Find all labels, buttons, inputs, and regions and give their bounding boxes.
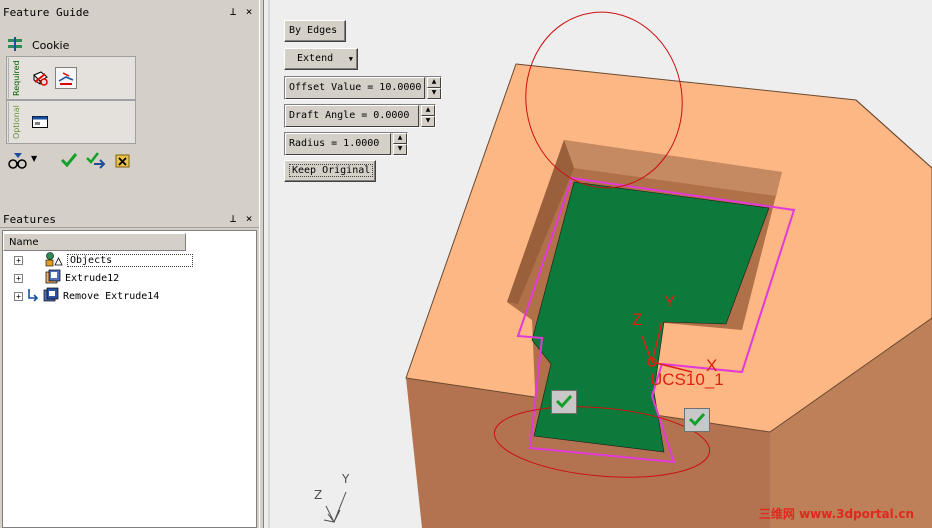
spin-down-icon[interactable]: ▼ (421, 116, 435, 127)
watermark: 三维网 www.3dportal.cn (758, 507, 914, 521)
chevron-down-icon[interactable]: ▼ (31, 154, 37, 163)
offset-value-spinner[interactable]: Offset Value = 10.0000 ▲ ▼ (284, 76, 442, 100)
optional-tab: Optional (8, 102, 24, 142)
by-edges-button[interactable]: By Edges (284, 20, 346, 42)
keep-original-label: Keep Original (289, 164, 374, 177)
apply-next-icon[interactable] (86, 151, 106, 169)
draft-angle-field[interactable]: Draft Angle = 0.0000 (285, 105, 419, 127)
offset-value-field[interactable]: Offset Value = 10.0000 (285, 77, 425, 99)
required-steps-box: Required (6, 56, 136, 100)
column-header-name[interactable]: Name (3, 233, 186, 251)
view-triad-z-label: Z (314, 488, 323, 502)
spin-down-icon[interactable]: ▼ (427, 88, 441, 99)
chevron-down-icon: ▼ (348, 55, 353, 63)
required-tab: Required (8, 58, 24, 98)
extend-dropdown[interactable]: Extend ▼ (284, 48, 358, 70)
binoculars-icon[interactable] (8, 152, 28, 170)
spin-up-icon[interactable]: ▲ (393, 133, 407, 144)
tree-item-objects[interactable]: + Objects (14, 251, 193, 270)
radius-field[interactable]: Radius = 1.0000 (285, 133, 391, 155)
expand-icon[interactable]: + (14, 273, 23, 283)
expand-icon[interactable]: + (14, 255, 23, 265)
tree-item-extrude12[interactable]: + Extrude12 (14, 269, 120, 288)
radius-spinner[interactable]: Radius = 1.0000 ▲ ▼ (284, 132, 408, 156)
view-triad-icon (323, 491, 347, 523)
check-icon (688, 411, 706, 430)
close-icon[interactable]: × (243, 212, 255, 225)
tree-item-remove-extrude14[interactable]: + Remove Extrude14 (14, 287, 160, 306)
spin-up-icon[interactable]: ▲ (421, 105, 435, 116)
extend-dropdown-label: Extend (297, 53, 334, 64)
options-dialog-icon[interactable] (29, 111, 51, 133)
feature-name-label: Cookie (32, 38, 70, 52)
keep-original-button[interactable]: Keep Original (284, 160, 376, 182)
edge-handle-left[interactable] (551, 390, 577, 414)
ucs-axis-y-label: Y (664, 292, 676, 311)
remove-extrude-icon (43, 287, 59, 306)
features-titlebar: Features ⊥ × (0, 211, 260, 228)
spin-down-icon[interactable]: ▼ (393, 144, 407, 155)
close-icon[interactable]: × (243, 5, 255, 18)
optional-steps-box: Optional (6, 100, 136, 144)
features-title: Features (3, 213, 56, 226)
pin-icon[interactable]: ⊥ (227, 212, 239, 225)
tree-item-label: Remove Extrude14 (63, 290, 160, 302)
extrude-icon (45, 269, 61, 288)
draft-angle-spinner[interactable]: Draft Angle = 0.0000 ▲ ▼ (284, 104, 436, 128)
select-edges-icon[interactable] (55, 67, 77, 89)
graphics-viewport[interactable]: By Edges Extend ▼ Offset Value = 10.0000… (264, 0, 932, 528)
spin-up-icon[interactable]: ▲ (427, 77, 441, 88)
apply-check-icon[interactable] (60, 151, 78, 169)
feature-name-row: Cookie (6, 36, 69, 54)
check-icon (555, 393, 573, 412)
ucs-axis-z-label: Z (632, 310, 643, 329)
cancel-feature-icon[interactable] (114, 151, 132, 169)
link-arrow-icon (27, 288, 39, 305)
select-faces-icon[interactable] (29, 67, 51, 89)
objects-icon (45, 251, 63, 270)
expand-icon[interactable]: + (14, 291, 23, 301)
tree-item-label: Extrude12 (65, 272, 120, 284)
edge-handle-right[interactable] (684, 408, 710, 432)
pin-icon[interactable]: ⊥ (227, 5, 239, 18)
ucs-name-label: UCS10_1 (650, 370, 724, 389)
cookie-icon (6, 36, 24, 55)
view-triad-y-label: Y (342, 472, 350, 486)
tree-item-label: Objects (67, 253, 193, 267)
